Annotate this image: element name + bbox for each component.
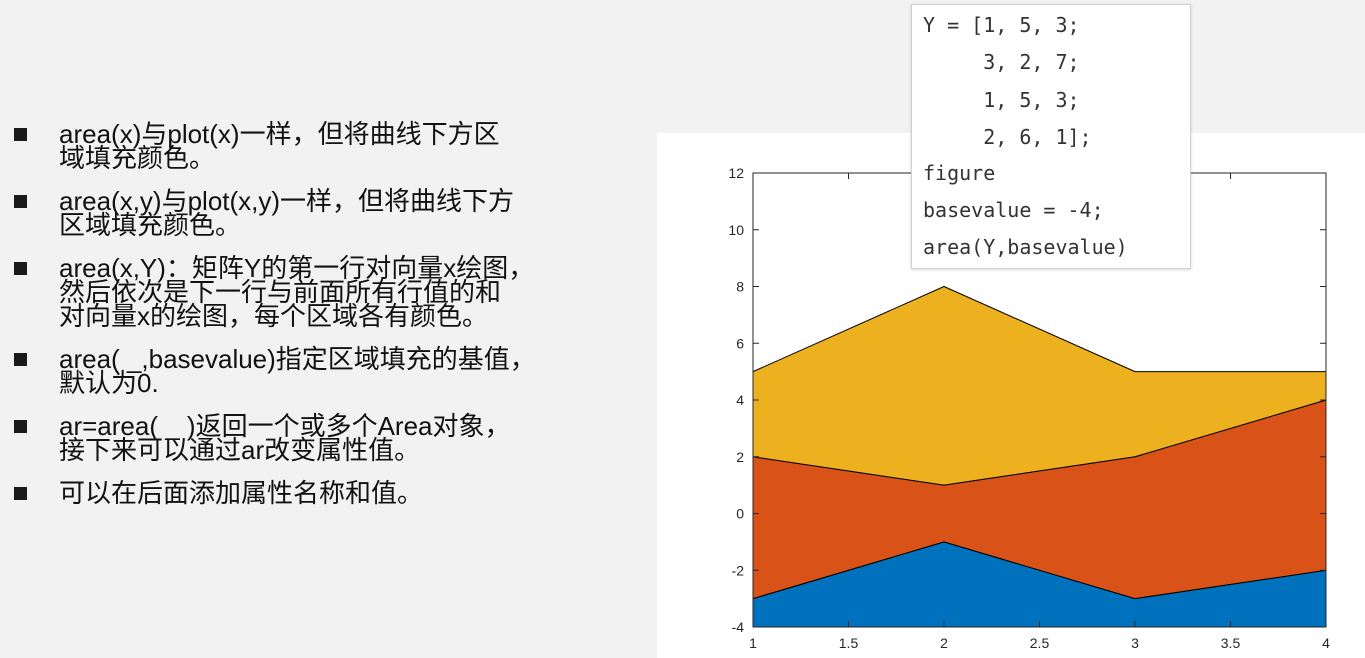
y-tick-label: 8 (736, 279, 744, 295)
y-tick-label: 6 (736, 335, 744, 351)
x-tick-label: 1 (749, 635, 757, 651)
area-series-group (752, 286, 1327, 628)
x-tick-label: 3.5 (1221, 635, 1241, 651)
y-tick-label: 0 (736, 506, 744, 522)
code-line: 1, 5, 3; (923, 88, 1080, 112)
x-tick-label: 2 (940, 635, 948, 651)
x-tick-label: 1.5 (839, 635, 859, 651)
code-line: basevalue = -4; (923, 198, 1104, 222)
code-line: figure (923, 161, 996, 185)
y-tick-label: -2 (732, 562, 745, 578)
x-tick-label: 4 (1322, 635, 1330, 651)
code-snippet-panel: Y = [1, 5, 3; 3, 2, 7; 1, 5, 3; 2, 6, 1]… (911, 4, 1191, 269)
code-line: Y = [1, 5, 3; (923, 13, 1080, 37)
y-tick-label: 12 (728, 165, 744, 181)
code-line: 2, 6, 1]; (923, 125, 1092, 149)
x-tick-label: 3 (1131, 635, 1139, 651)
code-line: area(Y,basevalue) (923, 235, 1128, 259)
y-tick-label: 10 (728, 222, 744, 238)
x-tick-label: 2.5 (1030, 635, 1050, 651)
y-tick-label: 2 (736, 449, 744, 465)
code-line: 3, 2, 7; (923, 50, 1080, 74)
y-tick-label: 4 (736, 392, 744, 408)
y-tick-label: -4 (732, 619, 745, 635)
